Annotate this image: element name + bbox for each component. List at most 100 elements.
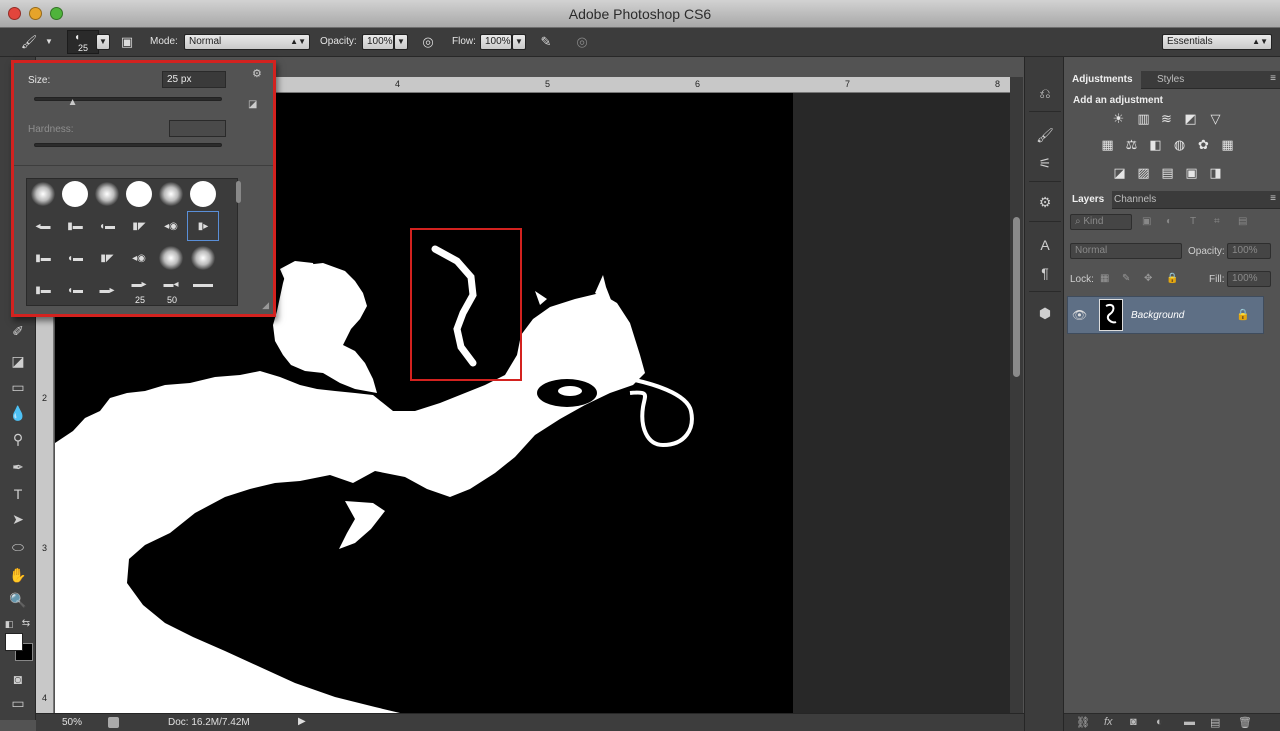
resize-grip-icon[interactable]: ◢ <box>262 300 269 311</box>
gear-icon[interactable]: ⚙ <box>252 67 262 80</box>
eraser-tool-icon[interactable]: ◪ <box>8 351 28 371</box>
dodge-tool-icon[interactable]: ⚲ <box>8 429 28 449</box>
chevron-down-icon[interactable]: ▼ <box>44 32 54 52</box>
filter-shape-icon[interactable]: ⌗ <box>1214 216 1220 227</box>
new-layer-icon[interactable]: ▤ <box>1210 716 1220 729</box>
brush-preset-tip[interactable]: ▬▸ <box>91 275 123 305</box>
add-mask-icon[interactable]: ◙ <box>1130 716 1137 728</box>
brush-panel-toggle-icon[interactable]: ▣ <box>117 32 137 52</box>
zoom-tool-icon[interactable]: 🔍 <box>8 590 28 610</box>
black-white-icon[interactable]: ◧ <box>1147 137 1164 152</box>
hardness-slider[interactable] <box>34 143 222 147</box>
hand-tool-icon[interactable]: ✋ <box>8 565 28 585</box>
brush-preset-tip[interactable]: ▮▬ <box>27 275 59 305</box>
brush-preset-tip[interactable]: ▮▬ <box>59 211 91 241</box>
layer-fill-input[interactable]: 100% <box>1227 271 1271 287</box>
brush-preset-tip[interactable]: ◖▬ <box>59 243 91 273</box>
pressure-size-icon[interactable]: ◎ <box>572 32 592 52</box>
color-lookup-icon[interactable]: ▦ <box>1219 137 1236 152</box>
layer-filter-kind-select[interactable]: ⌕ Kind <box>1070 214 1132 230</box>
pen-tool-icon[interactable]: ✒ <box>8 457 28 477</box>
clone-source-icon[interactable]: ⚙ <box>1035 192 1055 212</box>
brush-presets-icon[interactable]: ⚟ <box>1035 153 1055 173</box>
panel-menu-icon[interactable]: ≡ <box>1270 73 1276 84</box>
brush-preset-dropdown[interactable]: ▼ <box>96 34 110 50</box>
curves-icon[interactable]: ≋ <box>1158 111 1175 126</box>
link-layers-icon[interactable]: ⛓ <box>1076 716 1090 729</box>
new-group-icon[interactable]: ▬ <box>1184 716 1195 728</box>
path-selection-tool-icon[interactable]: ➤ <box>8 509 28 529</box>
brush-preset-tip[interactable]: ▮▬ <box>27 243 59 273</box>
invert-icon[interactable]: ◪ <box>1111 165 1128 180</box>
hardness-input[interactable] <box>169 120 226 137</box>
photo-filter-icon[interactable]: ◍ <box>1171 137 1188 152</box>
blur-tool-icon[interactable]: 💧 <box>8 403 28 423</box>
brush-preset-tip[interactable]: ◖▬ <box>59 275 91 305</box>
tab-channels[interactable]: Channels <box>1106 191 1164 209</box>
brush-preset-tip[interactable]: ◂◉ <box>155 211 187 241</box>
brush-tool-preset-icon[interactable]: 🖌 <box>18 32 40 52</box>
filter-adjustment-icon[interactable]: ◐ <box>1166 216 1172 227</box>
lock-transparent-icon[interactable]: ▦ <box>1100 273 1109 284</box>
gradient-map-icon[interactable]: ◨ <box>1207 165 1224 180</box>
history-brush-tool-icon[interactable]: ✐ <box>8 321 28 341</box>
lock-all-icon[interactable]: 🔒 <box>1166 273 1178 284</box>
tab-layers[interactable]: Layers <box>1064 191 1113 209</box>
tab-styles[interactable]: Styles <box>1149 71 1192 89</box>
opacity-input[interactable]: 100% <box>362 34 394 50</box>
preset-grid-scroll-thumb[interactable] <box>236 181 241 203</box>
history-panel-icon[interactable]: ⎌ <box>1035 83 1055 103</box>
swap-colors-icon[interactable]: ⇆ <box>20 614 32 634</box>
brush-preset-soft-round[interactable] <box>155 179 187 209</box>
eye-icon[interactable]: 👁 <box>1072 308 1087 322</box>
panel-menu-icon[interactable]: ≡ <box>1270 193 1276 204</box>
layer-name[interactable]: Background <box>1131 310 1184 321</box>
layer-blend-mode-select[interactable]: Normal <box>1070 243 1182 259</box>
filter-smart-object-icon[interactable]: ▤ <box>1238 216 1247 227</box>
gradient-tool-icon[interactable]: ▭ <box>8 377 28 397</box>
hue-saturation-icon[interactable]: ▦ <box>1099 137 1116 152</box>
size-slider[interactable] <box>34 97 222 101</box>
opacity-slider-toggle[interactable]: ▼ <box>394 34 408 50</box>
delete-layer-icon[interactable]: 🗑 <box>1238 716 1252 729</box>
pressure-opacity-icon[interactable]: ◎ <box>418 32 438 52</box>
levels-icon[interactable]: ▥ <box>1135 111 1152 126</box>
layer-opacity-input[interactable]: 100% <box>1227 243 1271 259</box>
workspace-select[interactable]: Essentials ▲▼ <box>1162 34 1272 50</box>
brush-preset-tip[interactable]: ◂▬ <box>27 211 59 241</box>
character-panel-icon[interactable]: A <box>1035 235 1055 255</box>
flow-slider-toggle[interactable]: ▼ <box>512 34 526 50</box>
paragraph-panel-icon[interactable]: ¶ <box>1035 263 1055 283</box>
layer-thumbnail[interactable] <box>1099 299 1123 331</box>
posterize-icon[interactable]: ▨ <box>1135 165 1152 180</box>
threshold-icon[interactable]: ▤ <box>1159 165 1176 180</box>
vertical-scrollbar[interactable] <box>1010 77 1023 713</box>
exposure-icon[interactable]: ◩ <box>1182 111 1199 126</box>
brush-preset-soft-round[interactable] <box>91 179 123 209</box>
size-input[interactable]: 25 px <box>162 71 226 88</box>
brush-preset-tip[interactable]: ◖▬ <box>91 211 123 241</box>
brush-preset-picker[interactable]: ◖ 25 <box>67 30 99 54</box>
brush-preset-hard-round[interactable] <box>59 179 91 209</box>
type-tool-icon[interactable]: T <box>8 484 28 504</box>
layer-style-icon[interactable]: fx <box>1104 716 1113 728</box>
screen-mode-icon[interactable]: ▭ <box>8 693 28 713</box>
filter-pixel-icon[interactable]: ▣ <box>1142 216 1151 227</box>
lock-position-icon[interactable]: ✥ <box>1144 273 1152 284</box>
brush-preset-soft-round[interactable] <box>27 179 59 209</box>
brush-preset-selected[interactable]: ▮▸ <box>187 211 219 241</box>
brush-panel-icon[interactable]: 🖌 <box>1035 125 1055 145</box>
color-balance-icon[interactable]: ⚖ <box>1123 137 1140 152</box>
flow-input[interactable]: 100% <box>480 34 512 50</box>
brush-preset-hard-round[interactable] <box>187 179 219 209</box>
brush-preset-hard-round[interactable] <box>123 179 155 209</box>
brightness-contrast-icon[interactable]: ☀ <box>1110 111 1127 126</box>
brush-preset-tip[interactable]: ▮◤ <box>91 243 123 273</box>
channel-mixer-icon[interactable]: ✿ <box>1195 137 1212 152</box>
quick-mask-icon[interactable]: ◙ <box>8 669 28 689</box>
foreground-color-swatch[interactable] <box>5 633 23 651</box>
filter-type-icon[interactable]: T <box>1190 216 1196 227</box>
brush-preset-tip[interactable]: ▬▬ <box>187 269 219 299</box>
status-info-icon[interactable] <box>108 717 119 728</box>
vertical-scroll-thumb[interactable] <box>1013 217 1020 377</box>
